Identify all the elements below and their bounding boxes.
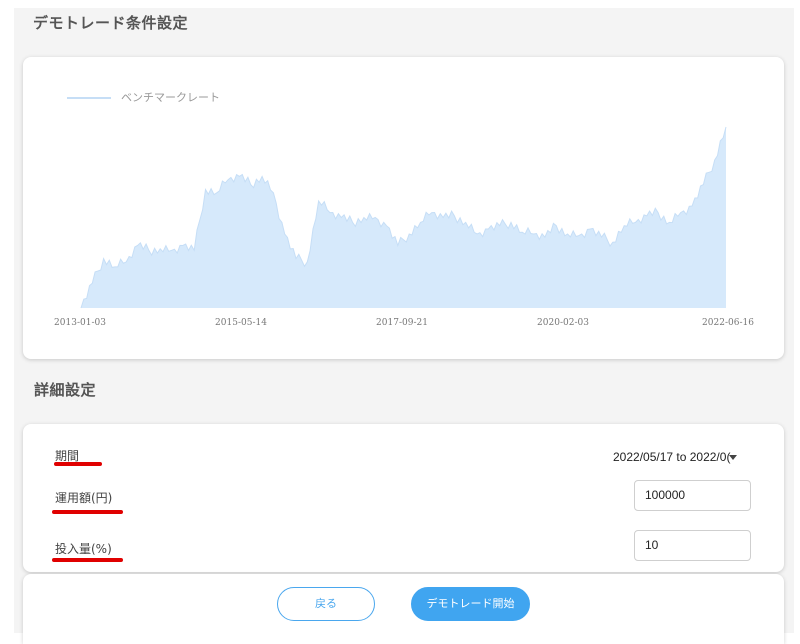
footer-bar [23, 574, 784, 644]
amount-underline [52, 510, 123, 514]
details-title: 詳細設定 [34, 381, 97, 399]
x-tick-label: 2022-06-16 [702, 318, 754, 328]
x-axis: 2013-01-03 2015-05-14 2017-09-21 2020-02-03… [54, 318, 754, 328]
period-underline [54, 462, 102, 466]
period-select[interactable]: 2022/05/17 to 2022/0( [613, 450, 730, 464]
legend-label-benchmark: ベンチマークレート [121, 91, 220, 104]
x-tick-label: 2020-02-03 [537, 318, 589, 328]
benchmark-chart: ベンチマークレート 2013-01-03 2015-05-14 2017-09-21… [54, 91, 754, 328]
chevron-down-icon[interactable] [729, 455, 737, 460]
benchmark-area-series [81, 127, 726, 308]
x-tick-label: 2017-09-21 [376, 318, 428, 328]
ratio-underline [52, 558, 123, 562]
x-tick-label: 2013-01-03 [54, 318, 106, 328]
amount-input[interactable]: 100000 [634, 480, 751, 511]
start-demo-trade-button[interactable]: デモトレード開始 [411, 587, 530, 621]
chart-card: ベンチマークレート 2013-01-03 2015-05-14 2017-09-21… [23, 57, 784, 359]
amount-label: 運用額(円) [55, 491, 113, 505]
page-title: デモトレード条件設定 [33, 14, 189, 32]
ratio-input[interactable]: 10 [634, 530, 751, 561]
back-button[interactable]: 戻る [277, 587, 375, 621]
chart-legend: ベンチマークレート [67, 91, 220, 104]
x-tick-label: 2015-05-14 [215, 318, 267, 328]
ratio-label: 投入量(%) [55, 542, 112, 556]
